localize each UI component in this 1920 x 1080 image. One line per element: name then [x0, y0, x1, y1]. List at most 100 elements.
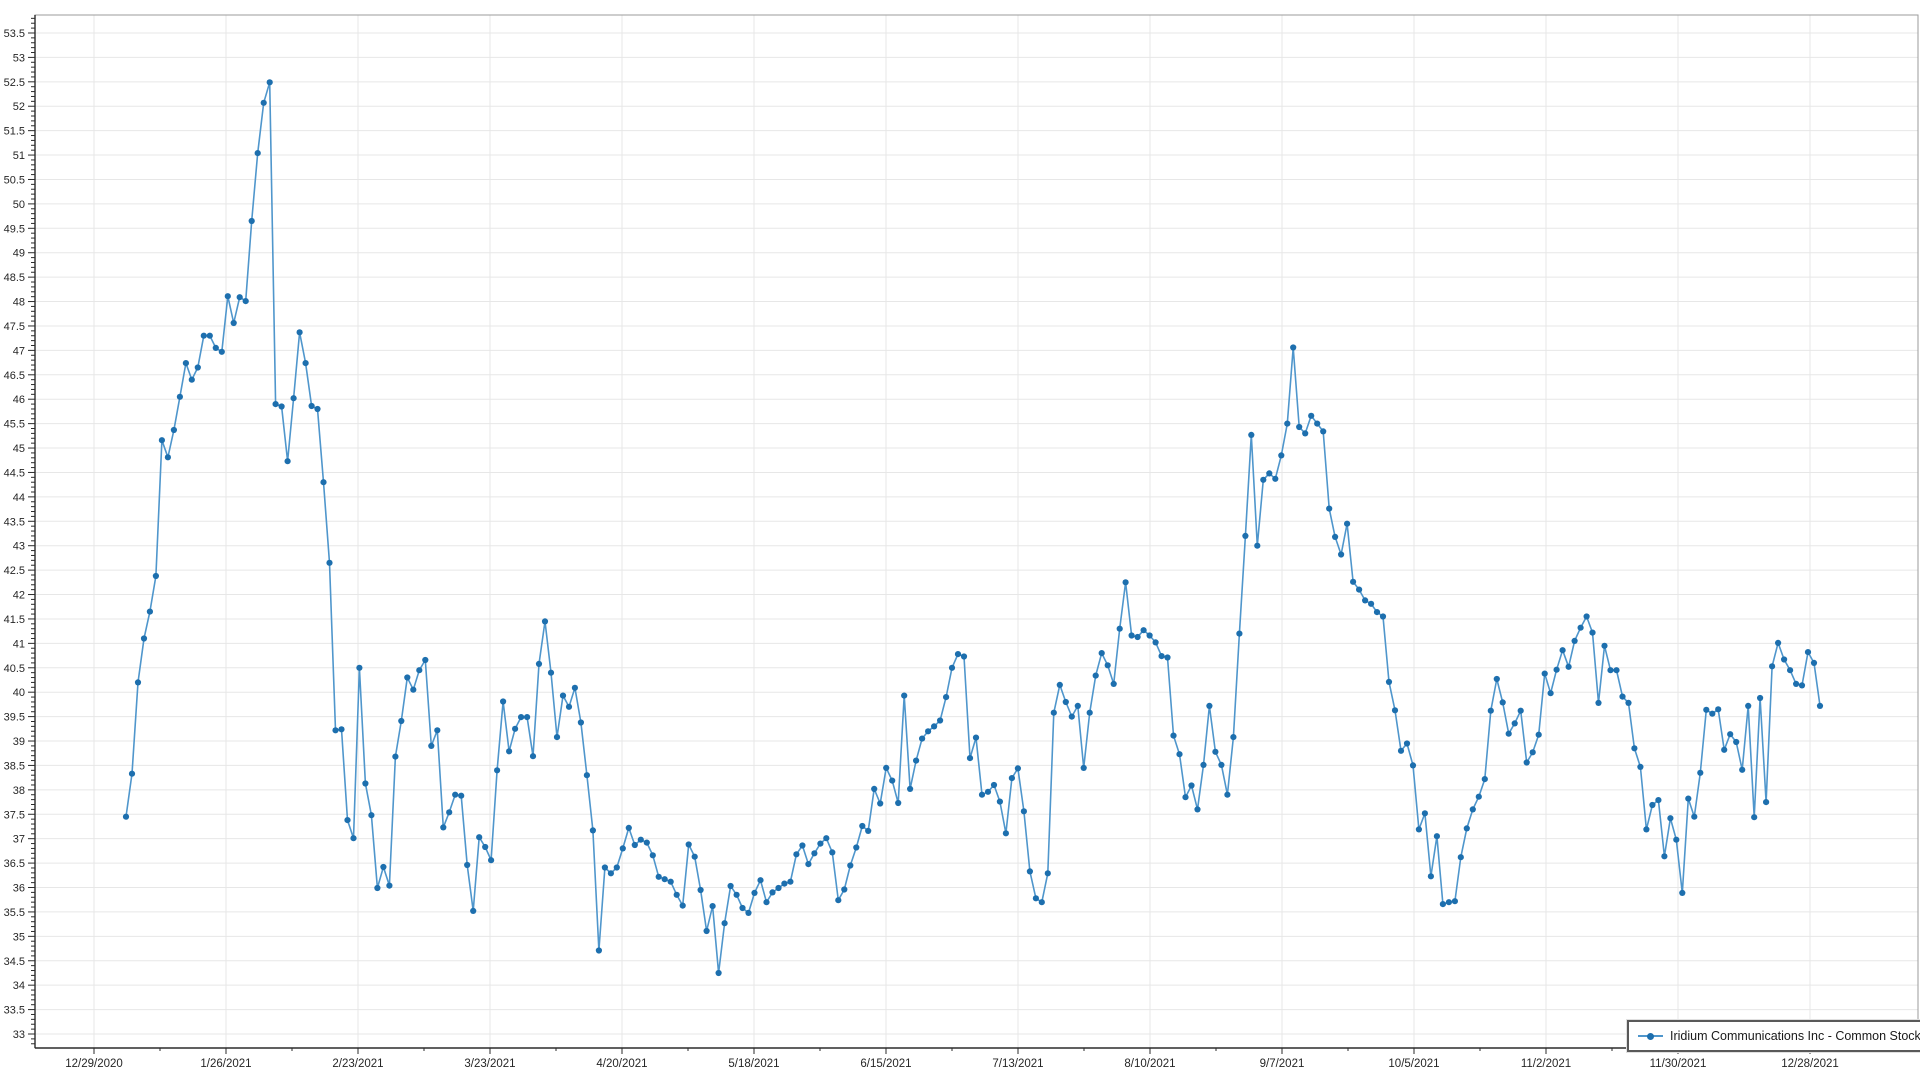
- data-point: [1159, 653, 1165, 659]
- data-point: [1673, 837, 1679, 843]
- data-point: [261, 100, 267, 106]
- data-point: [530, 753, 536, 759]
- data-point: [967, 755, 973, 761]
- y-tick-label: 53: [13, 52, 25, 64]
- data-point: [374, 885, 380, 891]
- data-point: [309, 403, 315, 409]
- data-point: [1751, 814, 1757, 820]
- x-tick-label: 11/2/2021: [1521, 1058, 1571, 1070]
- data-point: [1607, 667, 1613, 673]
- data-point: [722, 920, 728, 926]
- data-point: [1470, 806, 1476, 812]
- x-tick-label: 6/15/2021: [860, 1058, 911, 1070]
- y-tick-label: 53.5: [4, 28, 25, 40]
- data-point: [1458, 854, 1464, 860]
- data-point: [1667, 815, 1673, 821]
- data-point: [1494, 676, 1500, 682]
- data-point: [829, 849, 835, 855]
- data-point: [763, 899, 769, 905]
- data-point: [422, 657, 428, 663]
- x-axis-labels: 12/29/20201/26/20212/23/20213/23/20214/2…: [65, 1058, 1839, 1070]
- x-tick-label: 4/20/2021: [596, 1058, 647, 1070]
- data-point: [1775, 640, 1781, 646]
- data-point: [1643, 826, 1649, 832]
- data-point: [1099, 650, 1105, 656]
- data-point: [1362, 597, 1368, 603]
- data-point: [949, 665, 955, 671]
- data-point: [1398, 748, 1404, 754]
- data-point: [739, 905, 745, 911]
- data-point: [1536, 732, 1542, 738]
- data-point: [279, 403, 285, 409]
- y-tick-label: 49.5: [4, 223, 25, 235]
- data-point: [1488, 708, 1494, 714]
- y-tick-label: 40: [13, 687, 25, 699]
- data-point: [231, 320, 237, 326]
- data-point: [356, 665, 362, 671]
- data-point: [380, 864, 386, 870]
- data-point: [500, 698, 506, 704]
- data-point: [1595, 700, 1601, 706]
- data-point: [632, 842, 638, 848]
- data-point: [1386, 679, 1392, 685]
- data-point: [1302, 430, 1308, 436]
- data-point: [1739, 767, 1745, 773]
- legend-series-label: Iridium Communications Inc - Common Stoc…: [1670, 1029, 1920, 1043]
- data-point: [913, 758, 919, 764]
- data-point: [512, 726, 518, 732]
- data-point: [1422, 810, 1428, 816]
- data-point: [368, 812, 374, 818]
- y-tick-label: 48.5: [4, 272, 25, 284]
- data-point: [596, 947, 602, 953]
- data-point: [1392, 707, 1398, 713]
- data-point: [1817, 703, 1823, 709]
- data-point: [1679, 890, 1685, 896]
- data-point: [1093, 673, 1099, 679]
- data-point: [1332, 534, 1338, 540]
- data-point: [1248, 432, 1254, 438]
- data-point: [273, 401, 279, 407]
- data-point: [560, 693, 566, 699]
- data-point: [895, 800, 901, 806]
- x-tick-label: 9/7/2021: [1260, 1058, 1305, 1070]
- data-point: [1356, 587, 1362, 593]
- data-point: [1105, 662, 1111, 668]
- data-point: [1763, 799, 1769, 805]
- data-point: [225, 293, 231, 299]
- data-point: [704, 928, 710, 934]
- data-point: [536, 661, 542, 667]
- data-point: [1548, 690, 1554, 696]
- data-point: [1063, 699, 1069, 705]
- y-tick-label: 44.5: [4, 467, 25, 479]
- data-point: [775, 885, 781, 891]
- data-point: [1637, 764, 1643, 770]
- data-point: [1428, 873, 1434, 879]
- data-point: [961, 653, 967, 659]
- data-point: [1242, 533, 1248, 539]
- data-point: [1272, 476, 1278, 482]
- data-point: [1619, 694, 1625, 700]
- data-point: [1506, 731, 1512, 737]
- data-point: [1500, 699, 1506, 705]
- data-point: [985, 789, 991, 795]
- data-point: [1811, 660, 1817, 666]
- data-point: [973, 735, 979, 741]
- data-point: [1476, 794, 1482, 800]
- data-point: [769, 889, 775, 895]
- data-point: [871, 786, 877, 792]
- data-point: [997, 799, 1003, 805]
- x-tick-label: 1/26/2021: [200, 1058, 251, 1070]
- y-tick-label: 40.5: [4, 663, 25, 675]
- data-point: [608, 870, 614, 876]
- y-tick-label: 36.5: [4, 858, 25, 870]
- data-point: [1236, 631, 1242, 637]
- data-point: [1625, 700, 1631, 706]
- data-point: [428, 743, 434, 749]
- data-point: [129, 771, 135, 777]
- data-point: [692, 854, 698, 860]
- data-point: [1039, 899, 1045, 905]
- data-point: [237, 294, 243, 300]
- data-point: [1278, 452, 1284, 458]
- data-point: [1135, 634, 1141, 640]
- plot-border: [35, 15, 1918, 1048]
